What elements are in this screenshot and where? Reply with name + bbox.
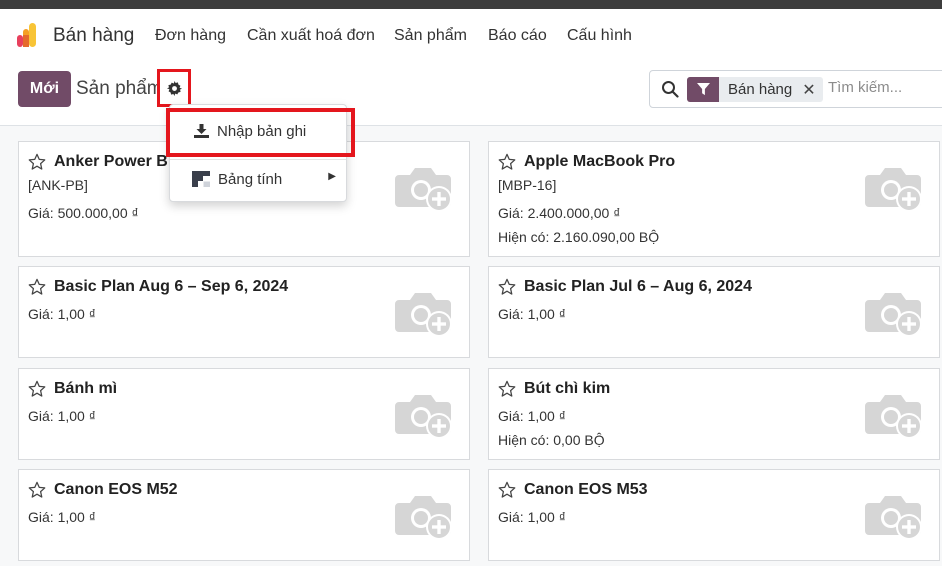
caret-right-icon: ▶ [328,171,336,182]
product-price: Giá: 500.000,00 ₫ [28,205,139,221]
favorite-star-icon[interactable] [28,481,46,499]
breadcrumb: Sản phẩm [76,78,163,99]
product-name: Anker Power B [54,153,168,170]
actions-dropdown: Nhập bản ghi Bảng tính ▶ [166,104,355,202]
product-price: Giá: 1,00 ₫ [498,306,566,322]
product-card[interactable]: Canon EOS M53 Giá: 1,00 ₫ [488,469,940,561]
highlight-box [166,108,355,157]
menu-to-invoice[interactable]: Cần xuất hoá đơn [247,27,375,45]
app-title[interactable]: Bán hàng [53,25,134,47]
product-card[interactable]: Bánh mì Giá: 1,00 ₫ [18,368,470,460]
product-price: Giá: 1,00 ₫ [28,306,96,322]
product-card[interactable]: Apple MacBook Pro [MBP-16] Giá: 2.400.000,… [488,141,940,257]
add-photo-icon[interactable] [395,390,453,440]
browser-top-strip [0,0,942,9]
product-card[interactable]: Basic Plan Jul 6 – Aug 6, 2024 Giá: 1,00 … [488,266,940,358]
gear-icon [166,80,182,96]
add-photo-icon[interactable] [865,288,923,338]
product-name: Apple MacBook Pro [524,153,676,170]
product-name: Canon EOS M53 [524,481,648,498]
favorite-star-icon[interactable] [498,278,516,296]
product-reference: [ANK-PB] [28,177,88,193]
search-bar[interactable]: Bán hàng ✕ [649,70,942,108]
close-icon[interactable]: ✕ [800,80,822,100]
product-price: Giá: 1,00 ₫ [28,408,96,424]
search-input[interactable] [828,79,942,96]
product-card[interactable]: Canon EOS M52 Giá: 1,00 ₫ [18,469,470,561]
add-photo-icon[interactable] [865,390,923,440]
add-photo-icon[interactable] [395,491,453,541]
add-photo-icon[interactable] [865,491,923,541]
product-name: Bánh mì [54,380,118,397]
spreadsheet-icon [192,171,210,187]
product-price: Giá: 2.400.000,00 ₫ [498,205,621,221]
menu-orders[interactable]: Đơn hàng [155,27,226,45]
menu-reporting[interactable]: Báo cáo [488,27,547,45]
menu-configuration[interactable]: Cấu hình [567,27,632,45]
facet-label: Bán hàng [728,81,793,98]
product-name: Bút chì kim [524,380,611,397]
gear-button[interactable] [157,69,191,107]
spreadsheet-item[interactable]: Bảng tính ▶ [170,163,346,195]
product-name: Canon EOS M52 [54,481,178,498]
favorite-star-icon[interactable] [28,153,46,171]
search-facet[interactable]: Bán hàng ✕ [687,77,823,102]
favorite-star-icon[interactable] [498,380,516,398]
product-card[interactable]: Basic Plan Aug 6 – Sep 6, 2024 Giá: 1,00 … [18,266,470,358]
product-price: Giá: 1,00 ₫ [498,509,566,525]
control-panel: Mới Sản phẩm Bán hàng ✕ [0,64,942,126]
product-reference: [MBP-16] [498,177,557,193]
product-on-hand: Hiện có: 0,00 BỘ [498,432,605,448]
favorite-star-icon[interactable] [498,481,516,499]
menu-products[interactable]: Sản phẩm [394,27,467,45]
sales-app-logo-icon[interactable] [17,23,41,47]
add-photo-icon[interactable] [395,288,453,338]
add-photo-icon[interactable] [865,163,923,213]
product-price: Giá: 1,00 ₫ [498,408,566,424]
filter-icon [687,77,719,102]
new-button[interactable]: Mới [18,71,71,107]
product-card[interactable]: Bút chì kim Giá: 1,00 ₫ Hiện có: 0,00 BỘ [488,368,940,460]
product-name: Basic Plan Jul 6 – Aug 6, 2024 [524,278,752,295]
product-on-hand: Hiện có: 2.160.090,00 BỘ [498,229,660,245]
top-navbar: Bán hàng Đơn hàng Cần xuất hoá đơn Sản p… [0,9,942,64]
favorite-star-icon[interactable] [28,278,46,296]
dropdown-divider [170,159,346,160]
add-photo-icon[interactable] [395,163,453,213]
favorite-star-icon[interactable] [28,380,46,398]
product-price: Giá: 1,00 ₫ [28,509,96,525]
spreadsheet-label: Bảng tính [218,170,283,188]
search-icon[interactable] [661,80,679,98]
product-name: Basic Plan Aug 6 – Sep 6, 2024 [54,278,289,295]
favorite-star-icon[interactable] [498,153,516,171]
